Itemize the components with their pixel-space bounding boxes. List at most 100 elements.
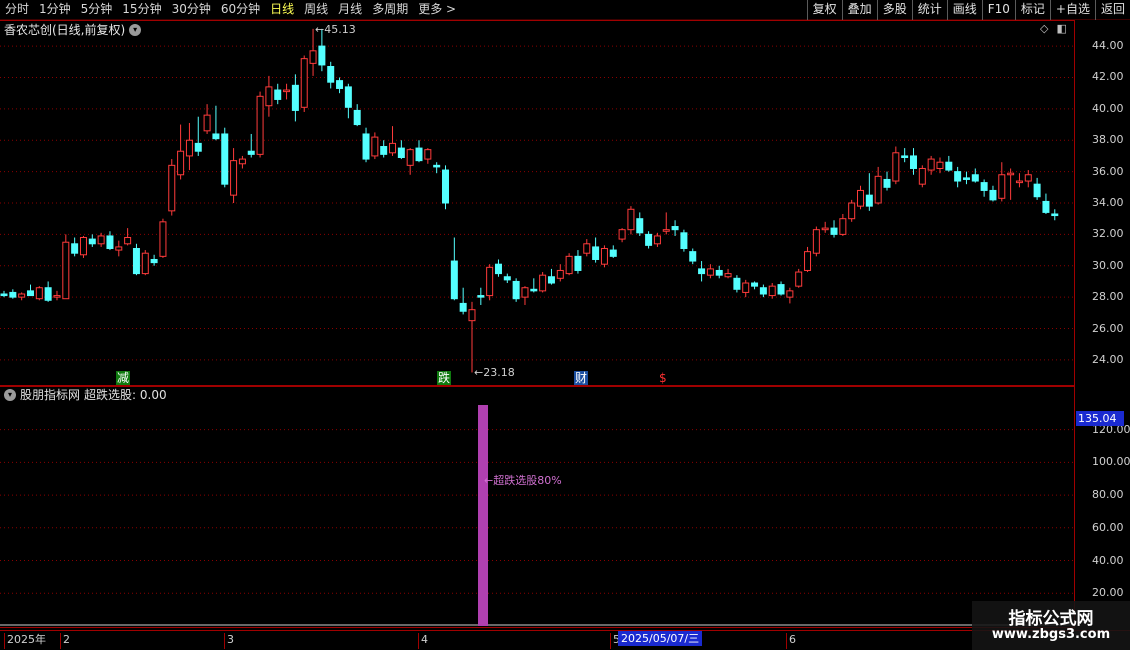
kline-chart[interactable] (0, 0, 1130, 650)
candle-body (442, 169, 449, 204)
candle-body (362, 133, 370, 160)
event-marker[interactable]: 减 (116, 371, 131, 385)
date-tick: 3 (224, 633, 234, 649)
main-axis-tick: 24.00 (1092, 352, 1124, 366)
main-axis-tick: 44.00 (1092, 39, 1124, 53)
candle-body (0, 293, 8, 297)
candle-body (62, 241, 70, 300)
candle-body (689, 251, 697, 262)
candle (397, 140, 405, 160)
indicator-name[interactable]: 股朋指标网 (20, 388, 80, 402)
candle (698, 261, 706, 282)
candle (998, 162, 1006, 202)
candle-body (97, 235, 105, 245)
candle (521, 286, 529, 305)
candle-body (1033, 183, 1041, 198)
panel-corner-icons: ◇ ◧ (1040, 22, 1067, 35)
candle-body (150, 258, 158, 264)
candle-body (1007, 172, 1015, 176)
candle (468, 301, 476, 373)
candle-body (874, 175, 882, 204)
candle-body (521, 287, 529, 298)
date-tick: 4 (418, 633, 428, 649)
candle-body (300, 58, 308, 108)
candle (671, 220, 679, 236)
candle (1007, 168, 1015, 200)
candle (97, 232, 105, 247)
candle-body (327, 66, 335, 83)
event-marker[interactable]: 跌 (437, 371, 452, 385)
candle (1042, 193, 1050, 214)
candle (574, 250, 582, 274)
candle (839, 213, 847, 236)
candle-body (636, 218, 644, 234)
candle (609, 245, 617, 258)
candle-body (283, 89, 291, 93)
candle-body (812, 229, 820, 254)
candle-body (18, 293, 26, 298)
candle (309, 28, 317, 76)
candle-body (230, 160, 238, 196)
main-axis-tick: 38.00 (1092, 133, 1124, 147)
candle-body (397, 147, 405, 159)
candle-body (124, 237, 132, 245)
candle (759, 284, 767, 298)
arrow-left-icon: ← (484, 474, 494, 487)
candle-body (936, 161, 944, 169)
date-axis[interactable]: 2025年 2 3 4 5 6 (0, 630, 1130, 650)
candle-body (998, 174, 1006, 199)
candle (768, 283, 776, 299)
main-axis-tick: 40.00 (1092, 101, 1124, 115)
candle (583, 239, 591, 257)
candle (927, 155, 935, 175)
indicator-bars (478, 405, 488, 626)
stock-title[interactable]: 香农芯创(日线,前复权) (4, 22, 125, 38)
candle-body (909, 155, 917, 169)
chevron-down-icon[interactable]: ▾ (4, 389, 16, 401)
candle (804, 246, 812, 273)
candle (848, 199, 856, 222)
candle-body (618, 229, 626, 240)
candle-body (530, 288, 538, 292)
candle (265, 75, 273, 117)
candle-body (698, 268, 706, 275)
candle (1015, 173, 1023, 188)
candle-body (35, 287, 43, 300)
candle (901, 148, 909, 163)
candle-body (291, 84, 299, 111)
candle (406, 148, 414, 175)
candle (909, 148, 917, 175)
indicator-axis-tick: 100.00 (1092, 455, 1130, 469)
chevron-down-icon[interactable]: ▾ (129, 24, 142, 36)
candle (389, 126, 397, 156)
candle-body (821, 227, 829, 231)
high-price-value: 45.13 (324, 22, 356, 36)
candle-body (389, 142, 397, 154)
candle (79, 235, 87, 258)
candle-body (274, 89, 282, 100)
candle-body (503, 276, 511, 281)
candle-body (168, 164, 176, 212)
candle (459, 287, 467, 315)
indicator-bar-label-text: 超跌选股80% (493, 474, 562, 487)
candle (724, 268, 732, 279)
panel-toggle-icon[interactable]: ◧ (1056, 22, 1066, 35)
candle (565, 253, 573, 276)
candle (141, 250, 149, 276)
diamond-icon[interactable]: ◇ (1040, 22, 1048, 35)
candle-body (848, 202, 856, 220)
candle-body (132, 248, 140, 275)
date-tick: 2 (60, 633, 70, 649)
candle (0, 290, 8, 298)
candle (1033, 177, 1041, 200)
candle (88, 234, 96, 247)
candle-body (477, 295, 485, 298)
candle (645, 231, 653, 249)
candle (1051, 209, 1059, 221)
event-marker[interactable]: $ (658, 371, 668, 385)
candle (26, 284, 34, 297)
candle (150, 254, 158, 266)
event-marker[interactable]: 财 (574, 371, 589, 385)
candle-body (945, 161, 953, 171)
candle (477, 287, 485, 305)
